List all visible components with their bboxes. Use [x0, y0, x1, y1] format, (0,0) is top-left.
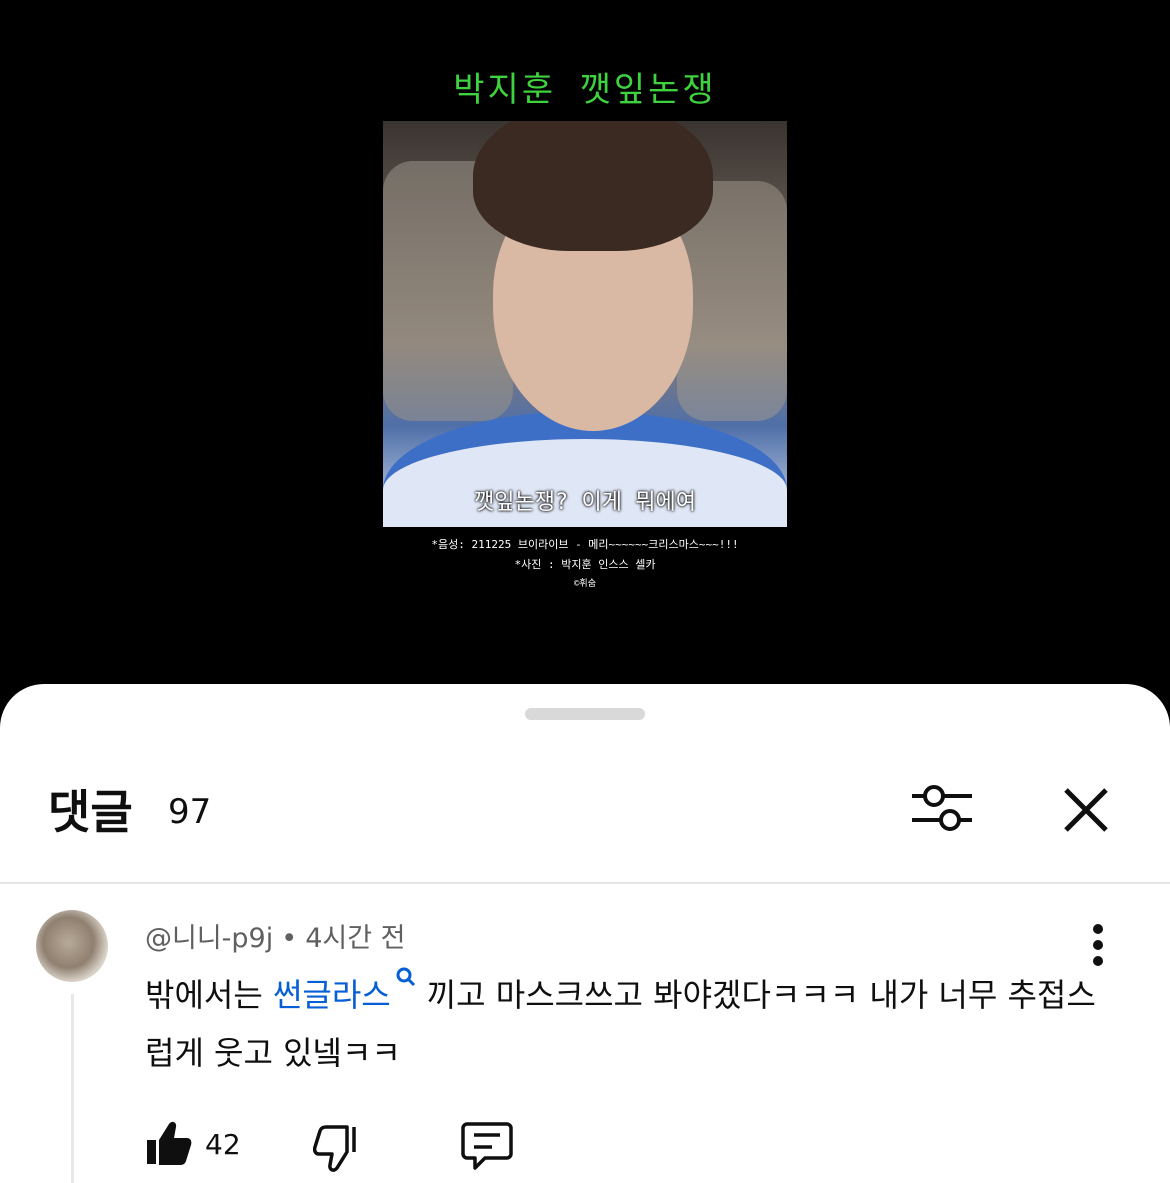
comment-more-button[interactable] — [1080, 922, 1116, 968]
dislike-button[interactable] — [312, 1122, 361, 1174]
comment-text: 밖에서는 썬글라스 끼고 마스크쓰고 봐야겠다ㅋㅋㅋ 내가 너무 추접스럽게 웃고… — [145, 966, 1105, 1082]
close-button[interactable] — [1056, 780, 1116, 840]
comment-time: 4시간 전 — [305, 923, 406, 954]
comment-author[interactable]: @니니-p9j — [145, 923, 273, 954]
drag-handle[interactable] — [525, 708, 645, 720]
sliders-icon — [912, 785, 972, 831]
video-frame: 깻잎논쟁? 이게 뭐에여 — [383, 121, 787, 527]
credit-line: ©휘숨 — [574, 579, 596, 589]
search-icon — [396, 967, 415, 987]
search-link[interactable]: 썬글라스 — [273, 976, 391, 1014]
divider — [0, 882, 1170, 884]
credit-line: *사진 : 박지훈 인스스 셀카 — [514, 558, 656, 571]
close-icon — [1064, 788, 1108, 832]
comments-count: 97 — [168, 792, 212, 832]
more-vertical-icon — [1093, 924, 1103, 966]
thumbs-up-icon — [147, 1121, 192, 1165]
comments-title: 댓글 — [48, 785, 133, 839]
comments-sheet: 댓글 97 @니니-p9j • 4시간 전 밖에서는 썬글라스 끼고 마스크쓰고 봐야… — [0, 684, 1170, 1183]
credit-line: *음성: 211225 브이라이브 - 메리~~~~~~크리스마스~~~!!! — [431, 538, 739, 551]
video-title: 박지훈 깻잎논쟁 — [453, 70, 717, 110]
like-count: 42 — [205, 1128, 241, 1161]
comment-actions: 42 — [145, 1118, 545, 1172]
comment-meta: @니니-p9j • 4시간 전 — [145, 923, 406, 954]
video-player[interactable]: 박지훈 깻잎논쟁 깻잎논쟁? 이게 뭐에여 *음성: 211225 브이라이브 … — [0, 0, 1170, 700]
avatar[interactable] — [36, 910, 108, 982]
thumbs-down-icon — [312, 1125, 356, 1172]
video-subtitle: 깻잎논쟁? 이게 뭐에여 — [474, 490, 696, 515]
like-button[interactable] — [145, 1118, 193, 1170]
reply-button[interactable] — [461, 1120, 513, 1172]
filter-button[interactable] — [906, 780, 978, 840]
thread-line — [71, 994, 74, 1183]
reply-icon — [461, 1122, 513, 1170]
